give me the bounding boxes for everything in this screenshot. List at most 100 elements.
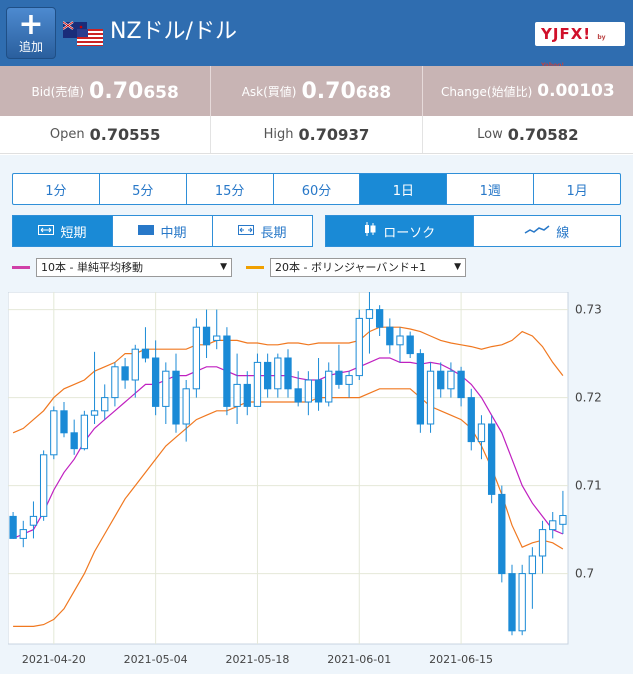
- candle-body: [426, 370, 435, 425]
- header: + 追加 NZドル/ドル YJFX! by Yahoo!: [0, 0, 633, 69]
- timeframe-tab[interactable]: 15分: [187, 174, 274, 204]
- candle-body: [335, 370, 343, 385]
- chart-type-tab-label: 線: [556, 225, 570, 241]
- timeframe-tabs: 1分 5分 15分 60分 1日 1週 1月: [12, 173, 621, 205]
- term-tab-label: 中期: [160, 225, 187, 241]
- candle-body: [406, 335, 414, 355]
- y-tick-label: 0.73: [575, 303, 602, 317]
- high-cell: High 0.70937: [211, 116, 423, 153]
- candlestick-chart[interactable]: 0.7 0.71 0.72 0.73 2021-04-20 2021-05-04 2021-…: [7, 291, 630, 674]
- candle-body: [121, 366, 129, 381]
- term-tab-label: 長期: [260, 225, 287, 241]
- candle-body: [202, 326, 211, 346]
- candle-body: [314, 379, 323, 403]
- low-label: Low: [477, 127, 503, 142]
- candle-body: [477, 423, 486, 443]
- candle-body: [101, 397, 109, 412]
- candle-body: [416, 353, 425, 425]
- candle-body: [375, 309, 384, 328]
- yjfx-logo: YJFX! by Yahoo!: [535, 22, 625, 69]
- page-title: NZドル/ドル: [110, 19, 237, 44]
- ask-cell: Ask(買値) 0.70688: [211, 66, 423, 116]
- candle-body: [213, 335, 221, 341]
- change-cell: Change(始値比) 0.00103: [423, 66, 633, 116]
- candle-body: [437, 370, 445, 390]
- ma-select[interactable]: 10本 - 単純平均移動 ▼: [36, 257, 232, 277]
- change-value: 0.00103: [537, 81, 615, 101]
- candle-body: [447, 370, 455, 390]
- open-value: 0.70555: [89, 125, 161, 144]
- ask-value: 0.70688: [301, 78, 392, 104]
- y-tick-label: 0.7: [575, 567, 594, 581]
- timeframe-tab[interactable]: 5分: [100, 174, 187, 204]
- line-chart-icon: [524, 224, 550, 239]
- chart-type-tab[interactable]: 線: [474, 216, 621, 246]
- price-chart[interactable]: 0.7 0.71 0.72 0.73 2021-04-20 2021-05-04 2021-…: [7, 291, 630, 674]
- bb-select-value: 20本 - ボリンジャーバンド+1: [275, 261, 427, 274]
- timeframe-tab[interactable]: 1週: [447, 174, 535, 204]
- term-tab[interactable]: 長期: [213, 216, 312, 246]
- timeframe-tab[interactable]: 1月: [534, 174, 620, 204]
- open-cell: Open 0.70555: [0, 116, 212, 153]
- bid-cell: Bid(売値) 0.70658: [0, 66, 212, 116]
- bb-select[interactable]: 20本 - ボリンジャーバンド+1 ▼: [270, 257, 466, 277]
- chart-type-tab[interactable]: ローソク: [326, 216, 474, 246]
- high-value: 0.70937: [298, 125, 370, 144]
- candle-body: [498, 493, 506, 575]
- candle-body: [50, 410, 58, 456]
- candle-body: [386, 326, 394, 346]
- mid-term-icon: [138, 224, 155, 239]
- ask-label: Ask(買値): [241, 84, 297, 99]
- candle-body: [151, 357, 160, 407]
- candle-body: [345, 375, 353, 385]
- term-tab[interactable]: 短期: [13, 216, 113, 246]
- logo-text: YJFX!: [541, 25, 592, 43]
- candle-body: [131, 348, 139, 381]
- open-label: Open: [49, 127, 85, 142]
- candle-body: [70, 432, 78, 450]
- candle-body: [355, 317, 363, 377]
- long-term-icon: [238, 224, 255, 239]
- candle-body: [284, 357, 292, 390]
- chevron-down-icon: ▼: [454, 262, 461, 272]
- candle-body: [243, 383, 251, 407]
- candle-body: [518, 573, 526, 632]
- quote-row: Bid(売値) 0.70658 Ask(買値) 0.70688 Change(始…: [0, 66, 633, 116]
- candle-body: [80, 414, 89, 450]
- candle-body: [487, 423, 496, 495]
- low-cell: Low 0.70582: [423, 116, 633, 153]
- candle-body: [29, 515, 38, 526]
- term-tab[interactable]: 中期: [113, 216, 213, 246]
- plot-area: [7, 291, 569, 645]
- ma-swatch: [12, 265, 30, 269]
- indicator-ma: 10本 - 単純平均移動 ▼: [12, 257, 232, 277]
- candle-body: [508, 573, 516, 632]
- x-tick-label: 2021-05-18: [225, 653, 289, 666]
- candle-body: [294, 388, 302, 403]
- timeframe-tab[interactable]: 1日: [360, 174, 448, 204]
- change-label: Change(始値比): [440, 84, 533, 99]
- candle-body: [528, 555, 537, 575]
- bid-label: Bid(売値): [31, 84, 85, 99]
- candle-body: [39, 454, 48, 517]
- candle-body: [233, 383, 241, 407]
- candle-body: [274, 357, 282, 390]
- chevron-down-icon: ▼: [220, 262, 227, 272]
- x-tick-label: 2021-04-20: [22, 653, 86, 666]
- add-button[interactable]: + 追加: [6, 7, 56, 59]
- candlestick-icon: [363, 221, 377, 241]
- candle-body: [559, 515, 567, 525]
- short-term-icon: [38, 224, 55, 239]
- x-tick-label: 2021-06-01: [327, 653, 391, 666]
- candle-body: [19, 529, 27, 539]
- term-tabs: 短期 中期 長期: [12, 215, 313, 247]
- candle-body: [60, 410, 68, 434]
- candle-body: [182, 388, 190, 425]
- y-tick-label: 0.72: [575, 391, 602, 405]
- timeframe-tab[interactable]: 60分: [274, 174, 361, 204]
- bid-value: 0.70658: [89, 78, 179, 104]
- candle-body: [162, 370, 170, 407]
- candle-body: [9, 515, 17, 539]
- timeframe-tab[interactable]: 1分: [13, 174, 100, 204]
- candle-body: [365, 309, 374, 319]
